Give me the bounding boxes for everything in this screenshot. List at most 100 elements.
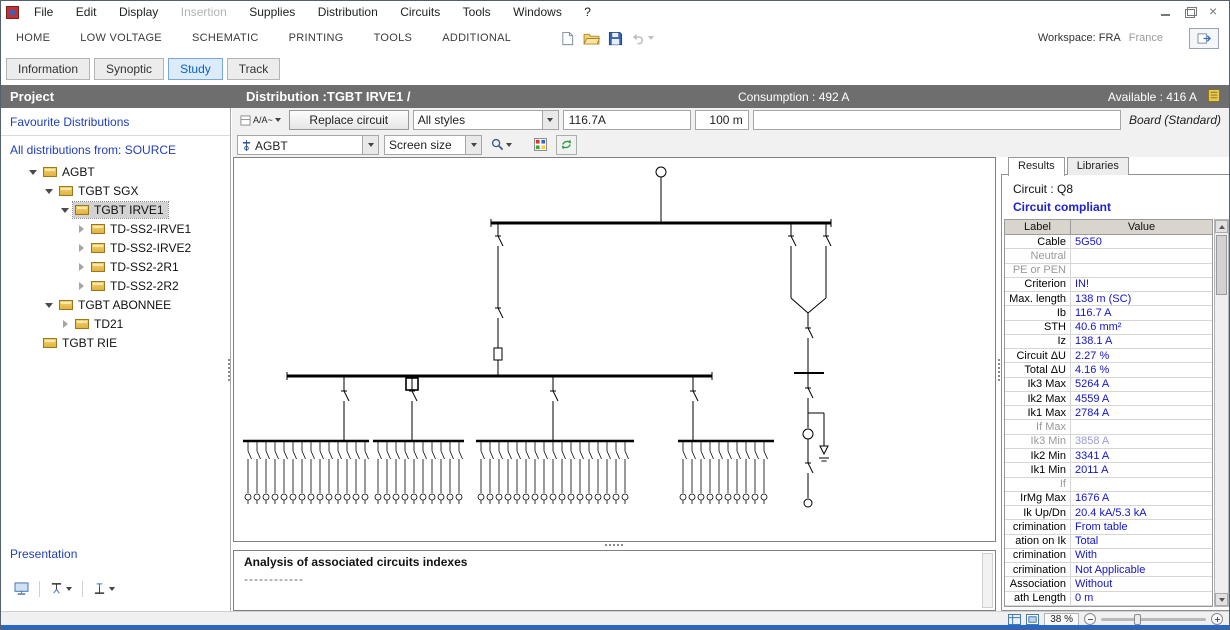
tree-item[interactable]: TD-SS2-IRVE1 <box>1 219 230 238</box>
chevron-down-icon[interactable] <box>465 136 481 154</box>
tree-expand-icon[interactable] <box>75 280 87 292</box>
zoom-tool-button[interactable] <box>487 135 516 155</box>
view-tab[interactable]: Study <box>168 58 223 80</box>
result-row[interactable]: Max. length 138 m (SC) <box>1005 292 1212 306</box>
fit-page-button[interactable] <box>1008 614 1021 625</box>
menu-item[interactable]: Insertion <box>172 2 236 22</box>
current-field[interactable]: 116.7A <box>563 110 691 130</box>
results-panel-tab[interactable]: Libraries <box>1067 157 1129 175</box>
tree-item[interactable]: TGBT SGX <box>1 181 230 200</box>
diagram-canvas[interactable] <box>233 157 996 542</box>
scroll-down-icon[interactable] <box>1215 593 1228 606</box>
result-row[interactable]: Association Without <box>1005 577 1212 591</box>
save-icon[interactable] <box>608 31 623 46</box>
menu-item[interactable]: File <box>25 2 62 22</box>
fit-selection-button[interactable] <box>1026 614 1039 625</box>
tree-expand-icon[interactable] <box>75 223 87 235</box>
results-scrollbar[interactable] <box>1214 219 1229 607</box>
symbols-style-button[interactable] <box>90 580 118 597</box>
chevron-down-icon[interactable] <box>362 136 378 154</box>
tree-expand-icon[interactable] <box>27 166 39 178</box>
result-row[interactable]: PE or PEN <box>1005 264 1212 278</box>
zoom-mode-dropdown[interactable]: Screen size <box>384 135 482 155</box>
workspace-switch-button[interactable] <box>1189 28 1219 49</box>
ribbon-tab[interactable]: TOOLS <box>359 32 428 44</box>
tree-item[interactable]: TD-SS2-2R1 <box>1 257 230 276</box>
presentation-view-button[interactable] <box>11 580 32 597</box>
designation-field[interactable] <box>753 110 1121 130</box>
view-tab[interactable]: Synoptic <box>94 58 164 80</box>
menu-item[interactable]: Tools <box>454 2 500 22</box>
result-row[interactable]: Cable 5G50 <box>1005 235 1212 249</box>
tree-expand-icon[interactable] <box>43 185 55 197</box>
scrollbar-thumb[interactable] <box>1216 235 1227 295</box>
tree-item[interactable]: TD21 <box>1 314 230 333</box>
colors-button[interactable] <box>530 135 551 155</box>
result-row[interactable]: Ik Up/Dn 20.4 kA/5.3 kA <box>1005 506 1212 520</box>
oneline-style-button[interactable] <box>47 580 75 597</box>
analysis-scrollbar[interactable] <box>982 553 993 608</box>
splitter-handle[interactable] <box>605 544 607 546</box>
network-dropdown[interactable]: AGBT <box>237 135 379 155</box>
result-row[interactable]: Neutral <box>1005 249 1212 263</box>
result-row[interactable]: IrMg Max 1676 A <box>1005 492 1212 506</box>
result-row[interactable]: If <box>1005 478 1212 492</box>
presentation-label[interactable]: Presentation <box>10 547 77 561</box>
menu-item[interactable]: ? <box>575 2 600 22</box>
ribbon-tab[interactable]: ADDITIONAL <box>427 32 526 44</box>
ribbon-tab[interactable]: LOW VOLTAGE <box>65 32 177 44</box>
result-row[interactable]: Circuit ΔU 2.27 % <box>1005 349 1212 363</box>
result-row[interactable]: Ik3 Max 5264 A <box>1005 378 1212 392</box>
menu-item[interactable]: Windows <box>504 2 571 22</box>
tree-expand-icon[interactable] <box>75 242 87 254</box>
zoom-percentage[interactable]: 38 % <box>1044 613 1079 626</box>
close-icon[interactable] <box>1207 6 1221 18</box>
tree-item[interactable]: TD-SS2-IRVE2 <box>1 238 230 257</box>
tree-item[interactable]: AGBT <box>1 162 230 181</box>
menu-item[interactable]: Edit <box>67 2 106 22</box>
result-row[interactable]: Ik1 Min 2011 A <box>1005 463 1212 477</box>
view-tab[interactable]: Track <box>227 58 281 80</box>
minimize-icon[interactable] <box>1159 6 1173 18</box>
result-row[interactable]: STH 40.6 mm² <box>1005 321 1212 335</box>
tree-item[interactable]: TGBT IRVE1 <box>1 200 230 219</box>
zoom-slider[interactable] <box>1101 618 1206 621</box>
splitter-handle[interactable] <box>998 359 1000 361</box>
result-row[interactable]: Total ΔU 4.16 % <box>1005 363 1212 377</box>
result-row[interactable]: crimination Not Applicable <box>1005 563 1212 577</box>
dropdown-icon[interactable] <box>506 143 512 147</box>
undo-button[interactable] <box>631 32 654 45</box>
menu-item[interactable]: Display <box>110 2 167 22</box>
tree-item[interactable]: TD-SS2-2R2 <box>1 276 230 295</box>
result-row[interactable]: Criterion IN! <box>1005 278 1212 292</box>
dropdown-icon[interactable] <box>66 587 72 591</box>
result-row[interactable]: Ik2 Max 4559 A <box>1005 392 1212 406</box>
tree-item[interactable]: TGBT ABONNEE <box>1 295 230 314</box>
result-row[interactable]: Iz 138.1 A <box>1005 335 1212 349</box>
scroll-up-icon[interactable] <box>1215 220 1228 233</box>
replace-circuit-button[interactable]: Replace circuit <box>289 110 409 130</box>
ribbon-tab[interactable]: PRINTING <box>274 32 359 44</box>
result-row[interactable]: crimination With <box>1005 549 1212 563</box>
result-row[interactable]: ath Length 0 m <box>1005 592 1212 606</box>
refresh-button[interactable] <box>556 135 577 155</box>
results-panel-tab[interactable]: Results <box>1008 157 1065 176</box>
style-toggle-button[interactable]: A/A~ <box>236 110 285 130</box>
result-row[interactable]: Ik1 Max 2784 A <box>1005 406 1212 420</box>
result-row[interactable]: If Max <box>1005 420 1212 434</box>
zoom-out-button[interactable] <box>1084 613 1096 625</box>
restore-icon[interactable] <box>1183 6 1197 18</box>
length-field[interactable]: 100 m <box>695 110 749 130</box>
result-row[interactable]: Ib 116.7 A <box>1005 306 1212 320</box>
ribbon-tab[interactable]: SCHEMATIC <box>177 32 274 44</box>
chevron-down-icon[interactable] <box>542 111 558 129</box>
new-document-icon[interactable] <box>560 31 575 46</box>
result-row[interactable]: Ik2 Min 3341 A <box>1005 449 1212 463</box>
zoom-slider-handle[interactable] <box>1134 614 1141 625</box>
dropdown-icon[interactable] <box>275 118 281 122</box>
tree-expand-icon[interactable] <box>27 337 39 349</box>
tree-expand-icon[interactable] <box>59 318 71 330</box>
dropdown-icon[interactable] <box>109 587 115 591</box>
favourite-distributions-link[interactable]: Favourite Distributions <box>1 108 230 136</box>
tree-root-label[interactable]: All distributions from: SOURCE <box>1 136 230 162</box>
